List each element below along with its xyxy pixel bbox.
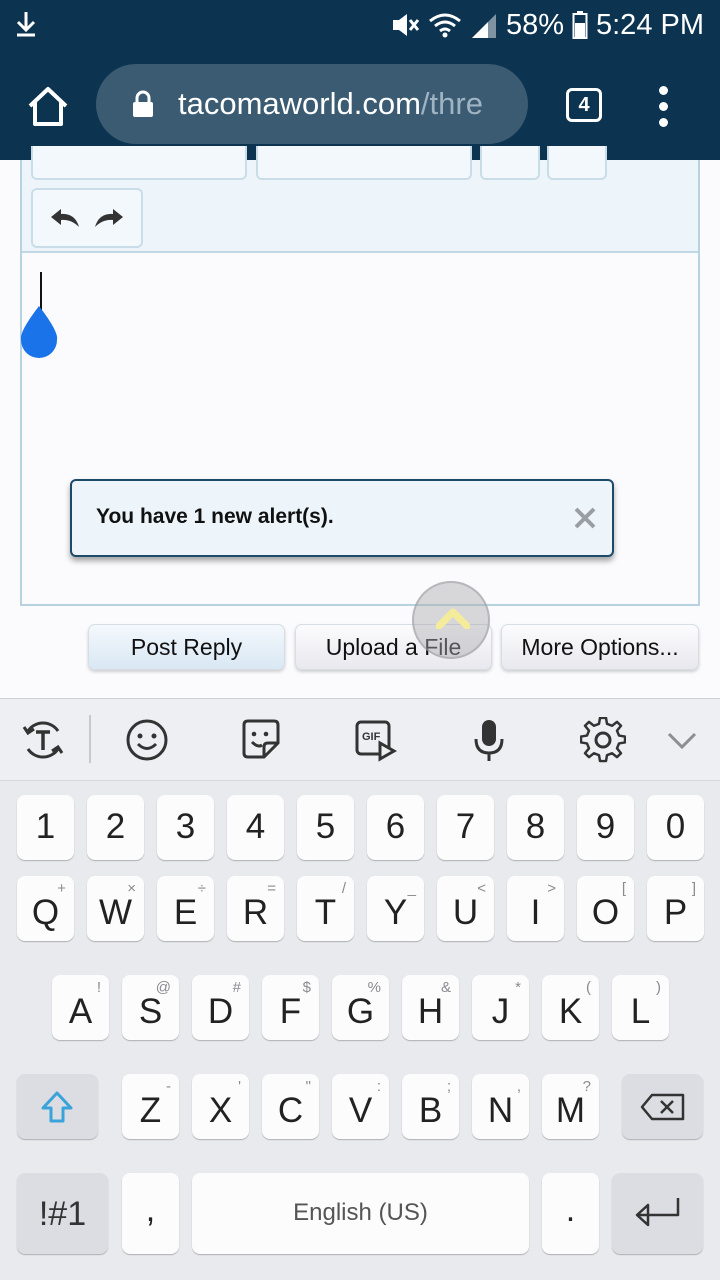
key-l[interactable]: ) L <box>612 975 669 1040</box>
key-7[interactable]: 7 <box>437 795 494 860</box>
overflow-menu-icon[interactable] <box>654 86 674 127</box>
key-a[interactable]: ! A <box>52 975 109 1040</box>
enter-key[interactable] <box>612 1173 703 1254</box>
key-8[interactable]: 8 <box>507 795 564 860</box>
battery-percent: 58% <box>505 8 564 41</box>
lock-icon <box>133 90 153 117</box>
gif-label: GIF <box>362 731 381 743</box>
key-p[interactable]: ] P <box>647 876 704 941</box>
key-f[interactable]: $ F <box>262 975 319 1040</box>
close-icon[interactable] <box>572 505 598 531</box>
mute-icon <box>392 14 420 36</box>
undo-redo-group <box>31 188 143 248</box>
url-domain: tacomaworld.com <box>178 86 421 121</box>
url-path: /thre <box>420 86 483 121</box>
sticker-icon[interactable] <box>238 717 284 763</box>
keyboard-toolbar: GIF <box>0 699 720 781</box>
key-5[interactable]: 5 <box>297 795 354 860</box>
key-b[interactable]: ; B <box>402 1074 459 1139</box>
toolbar-separator <box>89 715 91 763</box>
toolbar-group-insert[interactable] <box>256 146 472 180</box>
backspace-key[interactable] <box>622 1074 703 1139</box>
space-key[interactable]: English (US) <box>192 1173 529 1254</box>
key-y[interactable]: _ Y <box>367 876 424 941</box>
key-w[interactable]: × W <box>87 876 144 941</box>
collapse-icon[interactable] <box>659 717 705 763</box>
scroll-to-top-button[interactable] <box>412 581 490 659</box>
cursor-handle[interactable] <box>19 306 59 358</box>
comma-key[interactable]: , <box>122 1173 179 1254</box>
translate-icon[interactable] <box>20 717 66 763</box>
key-g[interactable]: % G <box>332 975 389 1040</box>
key-6[interactable]: 6 <box>367 795 424 860</box>
key-4[interactable]: 4 <box>227 795 284 860</box>
key-0[interactable]: 0 <box>647 795 704 860</box>
address-bar[interactable]: tacomaworld.com/thre <box>96 64 528 144</box>
key-t[interactable]: / T <box>297 876 354 941</box>
key-e[interactable]: ÷ E <box>157 876 214 941</box>
key-o[interactable]: [O <box>577 876 634 941</box>
browser-toolbar: tacomaworld.com/thre 4 <box>0 50 720 160</box>
tab-switcher-button[interactable]: 4 <box>566 88 602 122</box>
key-q[interactable]: + Q <box>17 876 74 941</box>
key-x[interactable]: ' X <box>192 1074 249 1139</box>
settings-icon[interactable] <box>580 717 626 763</box>
clock: 5:24 PM <box>596 8 704 41</box>
key-z[interactable]: -Z <box>122 1074 179 1139</box>
key-d[interactable]: # D <box>192 975 249 1040</box>
key-c[interactable]: " C <box>262 1074 319 1139</box>
emoji-icon[interactable] <box>124 717 170 763</box>
backspace-icon <box>640 1093 685 1121</box>
wifi-icon <box>429 13 461 38</box>
key-1[interactable]: 1 <box>17 795 74 860</box>
key-r[interactable]: = R <box>227 876 284 941</box>
alert-notification[interactable]: You have 1 new alert(s). <box>70 479 614 557</box>
key-9[interactable]: 9 <box>577 795 634 860</box>
toolbar-group-extra[interactable] <box>547 146 607 180</box>
key-s[interactable]: @ S <box>122 975 179 1040</box>
more-options-button[interactable]: More Options... <box>501 624 699 670</box>
status-bar: 58% 5:24 PM <box>0 0 720 50</box>
editor-toolbar <box>22 146 698 253</box>
key-2[interactable]: 2 <box>87 795 144 860</box>
key-j[interactable]: * J <box>472 975 529 1040</box>
post-reply-button[interactable]: Post Reply <box>88 624 285 670</box>
period-key[interactable]: . <box>542 1173 599 1254</box>
redo-icon[interactable] <box>93 207 125 229</box>
signal-icon <box>471 14 496 38</box>
key-n[interactable]: ,N <box>472 1074 529 1139</box>
shift-key[interactable] <box>17 1074 98 1139</box>
key-3[interactable]: 3 <box>157 795 214 860</box>
key-h[interactable]: & H <box>402 975 459 1040</box>
symbols-key[interactable]: !#1 <box>17 1173 108 1254</box>
undo-icon[interactable] <box>49 207 81 229</box>
key-u[interactable]: < U <box>437 876 494 941</box>
toolbar-group-format[interactable] <box>31 146 247 180</box>
key-i[interactable]: > I <box>507 876 564 941</box>
enter-icon <box>635 1198 680 1227</box>
url-text: tacomaworld.com/thre <box>178 86 483 122</box>
alert-message: You have 1 new alert(s). <box>96 505 334 528</box>
key-k[interactable]: (K <box>542 975 599 1040</box>
download-icon <box>16 12 36 37</box>
chevron-up-icon <box>436 608 470 629</box>
microphone-icon[interactable] <box>466 717 512 763</box>
shift-icon <box>41 1091 73 1123</box>
battery-icon <box>572 11 588 39</box>
key-m[interactable]: ? M <box>542 1074 599 1139</box>
gif-icon[interactable]: GIF <box>352 717 398 763</box>
key-v[interactable]: :V <box>332 1074 389 1139</box>
home-icon[interactable] <box>24 84 72 128</box>
soft-keyboard: GIF 1 2 3 4 5 6 7 8 9 0 + Q × W ÷ E = R / T _… <box>0 698 720 1280</box>
toolbar-group-media[interactable] <box>480 146 540 180</box>
